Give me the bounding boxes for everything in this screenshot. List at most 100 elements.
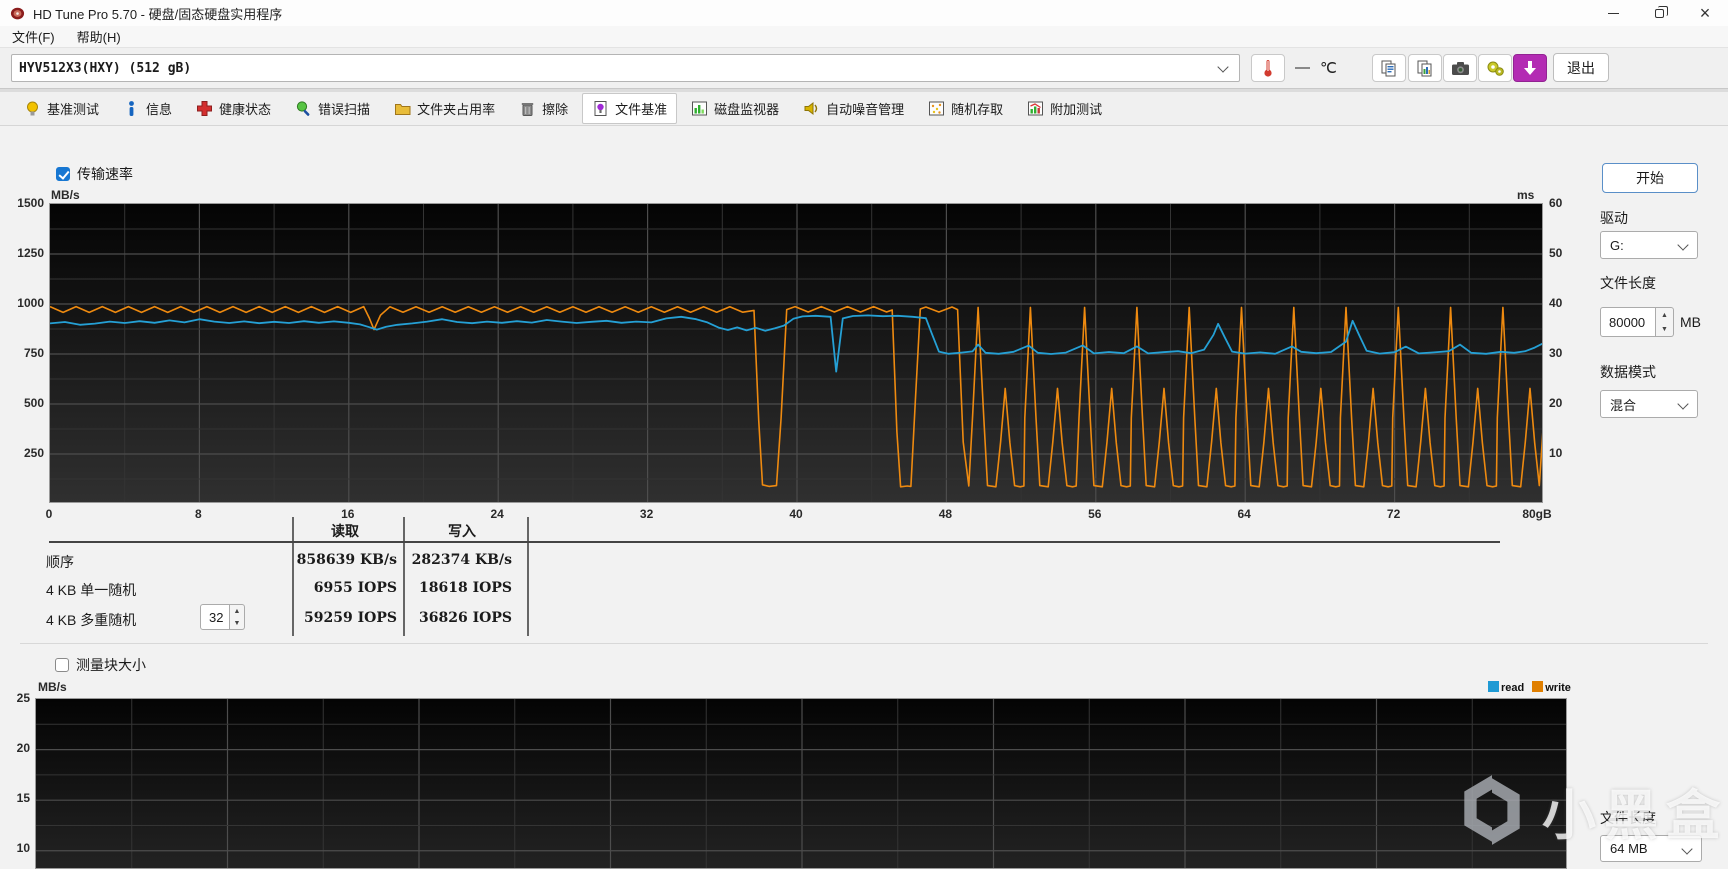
spinner-up-icon[interactable]: ▲ xyxy=(230,605,244,617)
toolbar-item-error-scan[interactable]: 错误扫描 xyxy=(285,93,380,124)
spinner-up-icon[interactable]: ▲ xyxy=(1656,308,1673,322)
toolbar-item-health[interactable]: 健康状态 xyxy=(186,93,281,124)
toolbar-item-extra-tests[interactable]: 附加测试 xyxy=(1017,93,1112,124)
axis-tick-label: 0 xyxy=(45,507,53,521)
copy-image-button[interactable] xyxy=(1408,54,1442,82)
menu-bar: 文件(F) 帮助(H) xyxy=(0,26,1728,48)
gears-icon xyxy=(1487,61,1504,76)
temperature-unit: ℃ xyxy=(1320,60,1337,77)
read-value: 858639 KB/s xyxy=(296,552,397,568)
toolbar-item-label: 错误扫描 xyxy=(318,102,371,117)
file-length-input[interactable]: 80000 xyxy=(1600,307,1656,337)
legend-swatch-icon xyxy=(1488,681,1499,692)
axis-tick-label: 32 xyxy=(639,507,654,521)
close-button[interactable]: × xyxy=(1682,0,1728,26)
info-icon xyxy=(129,101,134,116)
toolbar-item-disk-monitor[interactable]: 磁盘监视器 xyxy=(681,93,789,124)
file-bulb-icon xyxy=(594,101,607,116)
file-length-label: 文件长度 xyxy=(1600,275,1656,291)
transfer-rate-chart xyxy=(49,203,1543,503)
speaker-icon xyxy=(804,101,818,116)
restore-button[interactable] xyxy=(1636,0,1682,26)
axis-tick-label: 56 xyxy=(1088,507,1102,521)
start-button[interactable]: 开始 xyxy=(1602,163,1698,193)
window-title: HD Tune Pro 5.70 - 硬盘/固态硬盘实用程序 xyxy=(33,6,283,22)
axis-tick-label: 50 xyxy=(1549,246,1563,260)
copy-text-button[interactable] xyxy=(1372,54,1406,82)
monitor-chart-icon xyxy=(692,101,708,116)
trash-icon xyxy=(521,103,534,116)
toolbar: 基准测试 信息 健康状态 错误扫描 文件夹占用率 擦除 文件基准 磁盘监视器 自动噪音管理 随机存… xyxy=(0,92,1728,126)
drive-bar: HYV512X3(HXY) (512 gB) — ℃ 退出 xyxy=(0,48,1728,88)
write-value: 282374 KB/s xyxy=(411,552,512,568)
main-chart-y-unit-left: MB/s xyxy=(51,188,80,202)
queue-depth-input[interactable]: 32 xyxy=(200,604,230,630)
file-length-spinner[interactable]: ▲ ▼ xyxy=(1656,307,1674,337)
toolbar-item-label: 随机存取 xyxy=(951,102,1004,117)
toolbar-item-folder-usage[interactable]: 文件夹占用率 xyxy=(384,93,505,124)
toolbar-item-random-access[interactable]: 随机存取 xyxy=(918,93,1013,124)
toolbar-item-label: 信息 xyxy=(146,102,173,117)
axis-tick-label: 1500 xyxy=(17,196,44,210)
toolbar-item-file-benchmark[interactable]: 文件基准 xyxy=(582,93,678,124)
axis-tick-label: 30 xyxy=(1549,346,1563,360)
save-button[interactable] xyxy=(1513,54,1547,82)
temperature-button[interactable] xyxy=(1251,54,1285,82)
block-size-chart xyxy=(35,698,1567,869)
read-value: 6955 IOPS xyxy=(313,580,397,596)
axis-tick-label: 24 xyxy=(490,507,504,521)
axis-tick-label: 1250 xyxy=(17,246,44,260)
data-mode-dropdown[interactable]: 混合 xyxy=(1600,390,1698,418)
queue-depth-spinner[interactable]: ▲ ▼ xyxy=(230,604,245,630)
drive-dropdown[interactable]: G: xyxy=(1600,231,1698,259)
temperature-value: — xyxy=(1295,59,1310,76)
write-value: 36826 IOPS xyxy=(419,610,512,626)
exit-button[interactable]: 退出 xyxy=(1553,53,1609,82)
axis-tick-label: 1000 xyxy=(17,296,44,310)
thermometer-icon xyxy=(1264,60,1272,77)
toolbar-item-erase[interactable]: 擦除 xyxy=(509,93,578,124)
copy-text-icon xyxy=(1381,60,1396,77)
axis-tick-label: 16 xyxy=(341,507,355,521)
random-dots-icon xyxy=(929,101,945,116)
toolbar-item-label: 健康状态 xyxy=(219,102,272,117)
block-size-checkbox[interactable]: 测量块大小 xyxy=(55,655,146,677)
toolbar-item-aam[interactable]: 自动噪音管理 xyxy=(793,93,914,124)
axis-tick-label: 750 xyxy=(23,346,44,360)
spinner-down-icon[interactable]: ▼ xyxy=(1656,322,1673,336)
transfer-rate-label: 传输速率 xyxy=(77,166,133,182)
drive-select-combo[interactable]: HYV512X3(HXY) (512 gB) xyxy=(11,54,1240,82)
drive-select-value: HYV512X3(HXY) (512 gB) xyxy=(19,60,192,76)
bottom-chart-legend: read write xyxy=(1488,681,1571,694)
menu-help[interactable]: 帮助(H) xyxy=(67,25,131,48)
extra-chart-icon xyxy=(1028,101,1044,116)
drive-label: 驱动 xyxy=(1600,210,1628,226)
data-mode-label: 数据模式 xyxy=(1600,364,1656,380)
toolbar-item-info[interactable]: 信息 xyxy=(113,93,182,124)
minimize-button[interactable] xyxy=(1590,0,1636,26)
legend-item-write: write xyxy=(1532,681,1571,694)
screenshot-button[interactable] xyxy=(1443,54,1477,82)
magnifier-icon xyxy=(296,101,310,116)
bottom-file-length-dropdown[interactable]: 64 MB xyxy=(1600,835,1702,862)
data-mode-value: 混合 xyxy=(1610,397,1637,413)
chevron-down-icon xyxy=(1677,239,1689,251)
axis-tick-label: 64 xyxy=(1237,507,1251,521)
options-button[interactable] xyxy=(1478,54,1512,82)
read-value: 59259 IOPS xyxy=(304,610,397,626)
transfer-rate-checkbox[interactable]: 传输速率 xyxy=(56,164,133,186)
legend-item-read: read xyxy=(1488,681,1524,694)
app-icon xyxy=(10,7,25,19)
axis-tick-label: 25 xyxy=(16,691,30,705)
bottom-chart-y-unit: MB/s xyxy=(38,680,67,694)
spinner-down-icon[interactable]: ▼ xyxy=(230,617,244,629)
menu-file[interactable]: 文件(F) xyxy=(2,25,65,48)
axis-tick-label: 40 xyxy=(1549,296,1563,310)
checkbox-unchecked-icon xyxy=(55,658,69,672)
toolbar-item-label: 附加测试 xyxy=(1050,102,1103,117)
axis-tick-label: 250 xyxy=(23,446,44,460)
table-header-rule xyxy=(49,541,1500,543)
chevron-down-icon xyxy=(1681,842,1693,855)
axis-tick-label: 500 xyxy=(23,396,44,410)
toolbar-item-benchmark[interactable]: 基准测试 xyxy=(14,93,109,124)
